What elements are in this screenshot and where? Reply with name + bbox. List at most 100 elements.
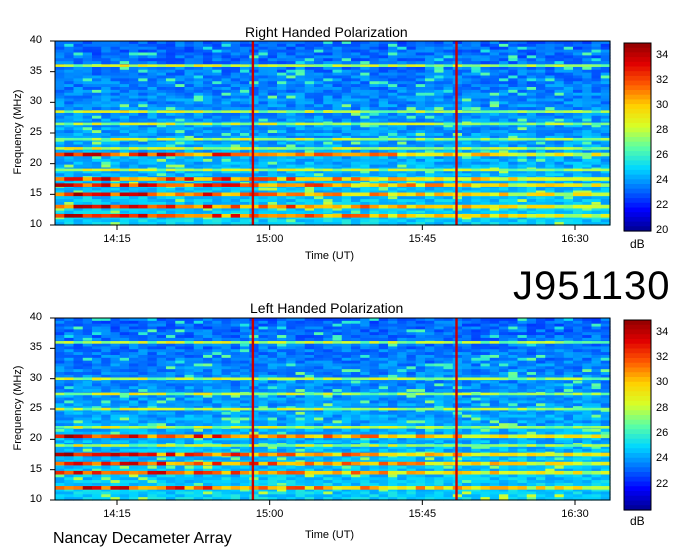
top-y-tick-label: 30 — [29, 95, 42, 108]
top-emission-band — [119, 214, 130, 218]
top-emission-band — [526, 122, 537, 126]
top-emission-band — [323, 168, 334, 172]
top-emission-band — [92, 214, 102, 218]
top-y-tick-label: 20 — [29, 156, 42, 169]
top-colorbar-segment — [624, 71, 651, 77]
top-emission-band — [156, 64, 167, 67]
top-emission-band — [240, 137, 250, 141]
top-colorbar-segment — [624, 94, 651, 100]
top-emission-band — [351, 214, 361, 218]
top-emission-band — [110, 168, 121, 172]
top-emission-band — [341, 204, 352, 209]
top-emission-band — [526, 183, 537, 187]
top-emission-band — [286, 110, 297, 113]
top-emission-band — [406, 214, 417, 218]
top-emission-band — [92, 192, 102, 197]
top-colorbar-segment — [624, 155, 651, 162]
top-emission-band — [536, 147, 546, 150]
top-colorbar-segment — [624, 165, 651, 171]
top-emission-band — [55, 137, 65, 141]
top-emission-band — [314, 177, 324, 181]
top-emission-band — [323, 177, 334, 181]
top-emission-band — [600, 152, 611, 157]
top-emission-band — [55, 64, 65, 67]
top-emission-band — [563, 122, 574, 126]
top-emission-band — [64, 183, 75, 187]
top-emission-band — [378, 64, 389, 67]
top-emission-band — [554, 137, 565, 141]
top-emission-band — [443, 204, 454, 209]
top-emission-band — [462, 204, 472, 209]
top-emission-band — [212, 192, 223, 197]
top-emission-band — [156, 147, 167, 150]
top-emission-band — [434, 183, 445, 187]
top-colorbar-segment — [624, 127, 651, 133]
top-emission-band — [526, 110, 537, 113]
top-emission-band — [545, 147, 556, 150]
top-emission-band — [508, 168, 519, 172]
top-emission-band — [369, 147, 380, 150]
top-emission-band — [73, 168, 84, 172]
top-emission-band — [156, 110, 167, 113]
top-emission-band — [166, 64, 176, 67]
top-emission-band — [221, 214, 232, 218]
top-emission-band — [258, 122, 269, 126]
top-emission-band — [101, 183, 112, 187]
top-emission-band — [249, 168, 260, 172]
top-emission-band — [591, 168, 602, 172]
top-emission-band — [563, 192, 574, 197]
top-colorbar-segment — [624, 207, 651, 213]
top-emission-band — [332, 183, 343, 187]
top-emission-band — [415, 147, 426, 150]
top-emission-band — [203, 152, 213, 157]
top-emission-band — [388, 122, 398, 126]
top-emission-band — [499, 147, 509, 150]
top-emission-band — [212, 122, 223, 126]
top-emission-band — [499, 152, 509, 157]
top-emission-band — [582, 183, 593, 187]
top-emission-band — [554, 183, 565, 187]
top-emission-band — [267, 137, 278, 141]
top-emission-band — [425, 64, 435, 67]
top-emission-band — [193, 64, 204, 67]
top-emission-band — [295, 192, 306, 197]
top-emission-band — [554, 64, 565, 67]
top-emission-band — [314, 122, 324, 126]
top-emission-band — [92, 204, 102, 209]
top-emission-band — [203, 192, 213, 197]
top-emission-band — [184, 204, 195, 209]
top-emission-band — [64, 168, 75, 172]
top-emission-band — [286, 168, 297, 172]
top-emission-band — [425, 177, 435, 181]
top-emission-band — [600, 122, 611, 126]
top-emission-band — [526, 214, 537, 218]
top-emission-band — [573, 177, 583, 181]
top-emission-band — [480, 183, 491, 187]
top-emission-band — [138, 147, 149, 150]
top-emission-band — [341, 192, 352, 197]
top-emission-band — [138, 152, 149, 157]
top-emission-band — [582, 192, 593, 197]
top-emission-band — [230, 183, 241, 187]
top-colorbar-tick-label: 32 — [656, 73, 669, 86]
top-emission-band — [267, 192, 278, 197]
top-emission-band — [295, 204, 306, 209]
top-colorbar-segment — [624, 80, 651, 86]
top-emission-band — [499, 183, 509, 187]
top-emission-band — [425, 168, 435, 172]
top-emission-band — [406, 204, 417, 209]
top-emission-band — [489, 122, 500, 126]
top-x-tick-label: 16:30 — [561, 233, 589, 245]
top-emission-band — [573, 147, 583, 150]
top-emission-band — [397, 64, 408, 67]
top-emission-band — [82, 204, 93, 209]
top-emission-band — [351, 152, 361, 157]
top-emission-band — [425, 204, 435, 209]
top-emission-band — [378, 192, 389, 197]
top-emission-band — [351, 137, 361, 141]
top-colorbar-segment — [624, 57, 651, 63]
top-emission-band — [277, 214, 287, 218]
top-emission-band — [406, 137, 417, 141]
top-emission-band — [82, 183, 93, 187]
top-emission-band — [378, 137, 389, 141]
